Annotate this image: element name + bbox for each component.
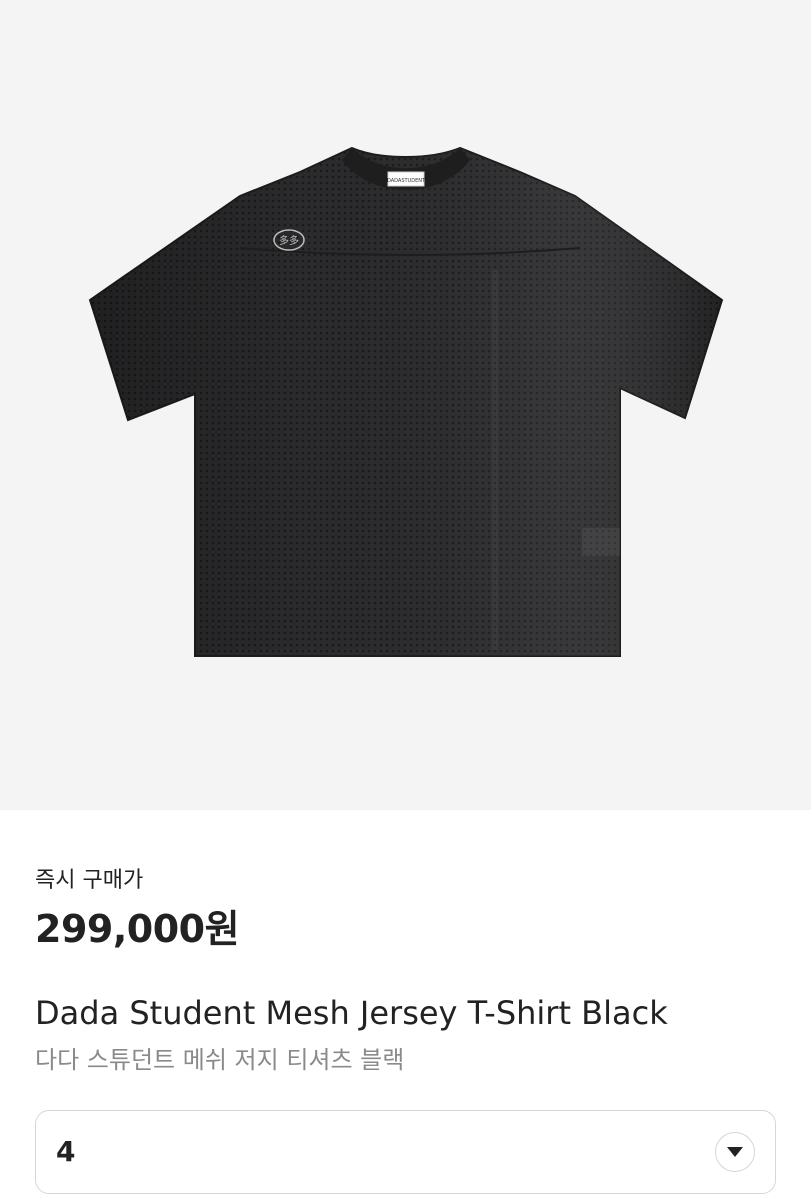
product-detail-page: DADASTUDENT 多多 즉시 구매가 299,000원 Dada Stud… — [0, 0, 811, 1200]
product-image[interactable]: DADASTUDENT 多多 — [0, 0, 811, 810]
price: 299,000원 — [35, 907, 240, 951]
tshirt-illustration: DADASTUDENT 多多 — [88, 146, 724, 657]
chevron-down-icon[interactable] — [715, 1132, 755, 1172]
size-select-value: 4 — [56, 1135, 76, 1168]
product-name-ko: 다다 스튜던트 메쉬 저지 티셔츠 블랙 — [35, 1046, 405, 1074]
size-select[interactable]: 4 — [35, 1110, 776, 1194]
neck-label-text: DADASTUDENT — [387, 178, 426, 184]
chest-logo-text: 多多 — [279, 234, 299, 247]
product-name-en: Dada Student Mesh Jersey T-Shirt Black — [35, 994, 668, 1032]
price-label: 즉시 구매가 — [35, 868, 144, 893]
